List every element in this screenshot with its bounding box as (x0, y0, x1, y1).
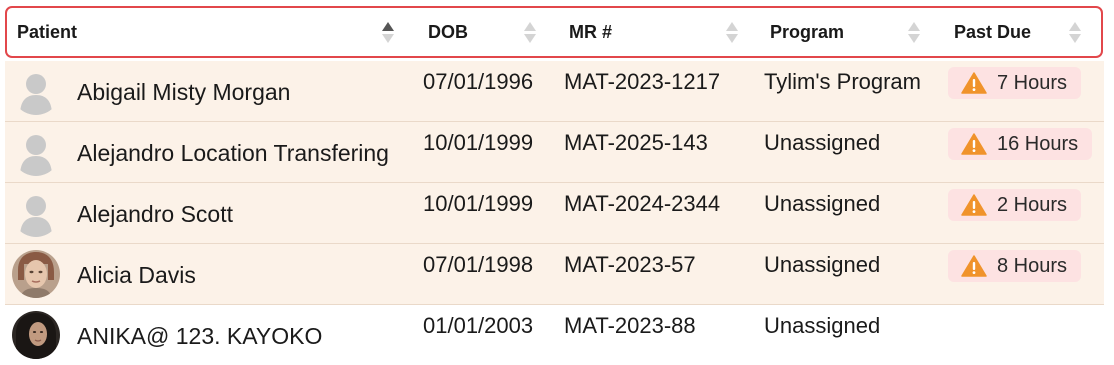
past-due-text: 2 Hours (997, 193, 1068, 216)
column-header-mr[interactable]: MR # (569, 8, 612, 56)
placeholder-avatar-icon (12, 128, 60, 176)
sort-toggle-icon[interactable] (523, 19, 537, 45)
mr-number: MAT-2023-57 (564, 252, 696, 277)
warning-icon (961, 255, 987, 277)
patient-name[interactable]: Alejandro Location Transfering (77, 140, 389, 167)
column-header-patient[interactable]: Patient (17, 8, 77, 56)
sort-ascending-icon (1069, 21, 1081, 31)
sort-toggle-icon[interactable] (725, 19, 739, 45)
photo-avatar (12, 311, 60, 359)
sort-descending-icon (1069, 33, 1081, 43)
sort-descending-icon (524, 33, 536, 43)
placeholder-avatar-icon (12, 189, 60, 237)
past-due-text: 16 Hours (997, 132, 1079, 155)
patient-name[interactable]: ANIKA@ 123. KAYOKO (77, 323, 322, 350)
sort-toggle-icon[interactable] (381, 19, 395, 45)
program-value: Tylim's Program (764, 69, 921, 94)
patient-name[interactable]: Alejandro Scott (77, 201, 233, 228)
warning-icon (961, 72, 987, 94)
sort-ascending-icon (524, 21, 536, 31)
past-due-text: 8 Hours (997, 254, 1068, 277)
placeholder-avatar-icon (12, 67, 60, 115)
table-row[interactable]: Alejandro Scott 10/01/1999 MAT-2024-2344… (5, 183, 1104, 244)
sort-toggle-icon[interactable] (907, 19, 921, 45)
sort-descending-icon (382, 33, 394, 43)
warning-icon (961, 133, 987, 155)
photo-avatar (12, 250, 60, 298)
program-value: Unassigned (764, 252, 881, 277)
sort-ascending-icon (726, 21, 738, 31)
patient-name[interactable]: Alicia Davis (77, 262, 196, 289)
table-row[interactable]: Alejandro Location Transfering 10/01/199… (5, 122, 1104, 183)
table-row[interactable]: ANIKA@ 123. KAYOKO 01/01/2003 MAT-2023-8… (5, 305, 1104, 365)
dob-value: 07/01/1996 (423, 69, 534, 94)
table-row[interactable]: Abigail Misty Morgan 07/01/1996 MAT-2023… (5, 61, 1104, 122)
column-header-label: Patient (17, 21, 78, 42)
program-value: Unassigned (764, 313, 881, 338)
past-due-badge: 2 Hours (948, 189, 1082, 221)
mr-number: MAT-2023-1217 (564, 69, 721, 94)
past-due-badge: 7 Hours (948, 67, 1082, 99)
past-due-text: 7 Hours (997, 71, 1068, 94)
mr-number: MAT-2025-143 (564, 130, 708, 155)
past-due-badge: 16 Hours (948, 128, 1093, 160)
column-header-program[interactable]: Program (770, 8, 844, 56)
patient-name[interactable]: Abigail Misty Morgan (77, 79, 290, 106)
column-header-label: Past Due (954, 21, 1032, 42)
dob-value: 01/01/2003 (423, 313, 534, 338)
dob-value: 10/01/1999 (423, 130, 534, 155)
program-value: Unassigned (764, 130, 881, 155)
sort-toggle-icon[interactable] (1068, 19, 1082, 45)
program-value: Unassigned (764, 191, 881, 216)
past-due-badge: 8 Hours (948, 250, 1082, 282)
dob-value: 07/01/1998 (423, 252, 534, 277)
sort-descending-icon (908, 33, 920, 43)
mr-number: MAT-2023-88 (564, 313, 696, 338)
sort-descending-icon (726, 33, 738, 43)
table-header: Patient DOB MR # Program Past Due (5, 6, 1103, 58)
table-row[interactable]: Alicia Davis 07/01/1998 MAT-2023-57 Unas… (5, 244, 1104, 305)
column-header-label: MR # (569, 21, 613, 42)
warning-icon (961, 194, 987, 216)
column-header-dob[interactable]: DOB (428, 8, 468, 56)
column-header-label: DOB (428, 21, 468, 42)
sort-ascending-icon (382, 21, 394, 31)
column-header-label: Program (770, 21, 845, 42)
sort-ascending-icon (908, 21, 920, 31)
column-header-past-due[interactable]: Past Due (954, 8, 1031, 56)
mr-number: MAT-2024-2344 (564, 191, 721, 216)
dob-value: 10/01/1999 (423, 191, 534, 216)
